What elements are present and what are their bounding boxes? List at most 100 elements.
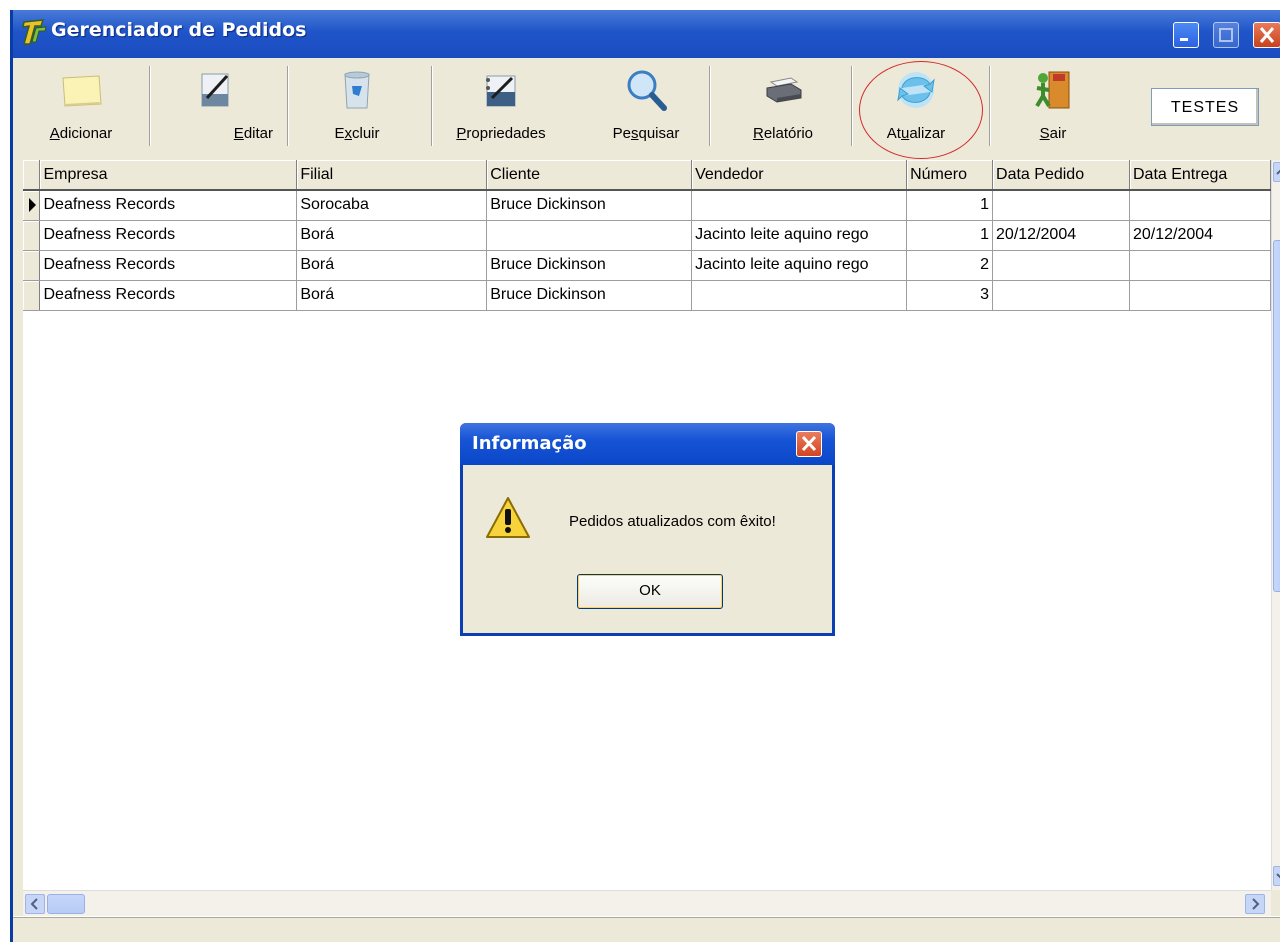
properties-button[interactable]: Propriedades [435, 62, 567, 148]
cell-empresa[interactable]: Deafness Records [39, 250, 298, 281]
report-label: Relatório [752, 125, 814, 142]
cell-data-pedido[interactable]: 20/12/2004 [992, 220, 1130, 251]
status-bar [13, 916, 1280, 942]
toolbar-separator [989, 66, 991, 146]
delete-button[interactable]: Excluir [295, 62, 419, 148]
toolbar-separator [709, 66, 711, 146]
cell-vendedor[interactable]: Jacinto leite aquino rego [691, 250, 908, 281]
exit-button[interactable]: Sair [999, 62, 1107, 148]
cell-data-entrega[interactable] [1129, 190, 1271, 221]
report-button[interactable]: Relatório [713, 62, 853, 148]
cell-filial[interactable]: Borá [296, 220, 488, 251]
cell-empresa[interactable]: Deafness Records [39, 280, 298, 311]
cell-numero[interactable]: 3 [906, 280, 994, 311]
row-indicator-header [23, 160, 41, 191]
ok-button[interactable]: OK [577, 574, 723, 609]
edit-pen-icon [201, 73, 229, 107]
cell-filial[interactable]: Sorocaba [296, 190, 488, 221]
table-row[interactable]: Deafness Records Borá Bruce Dickinson 3 [23, 280, 1271, 311]
dialog-title-bar[interactable]: Informação [460, 423, 835, 465]
cell-cliente[interactable]: Bruce Dickinson [486, 280, 693, 311]
horizontal-scroll-thumb[interactable] [47, 894, 85, 914]
search-button[interactable]: Pesquisar [591, 62, 701, 148]
cell-data-entrega[interactable]: 20/12/2004 [1129, 220, 1271, 251]
vertical-scrollbar[interactable] [1271, 160, 1280, 890]
column-header-numero[interactable]: Número [906, 160, 994, 191]
toolbar-separator [149, 66, 151, 146]
toolbar-separator [287, 66, 289, 146]
scroll-right-button[interactable] [1245, 894, 1265, 914]
cell-vendedor[interactable] [691, 190, 908, 221]
table-row[interactable]: Deafness Records Sorocaba Bruce Dickinso… [23, 190, 1271, 221]
chevron-up-icon [1276, 169, 1280, 175]
vertical-scroll-thumb[interactable] [1273, 240, 1280, 592]
add-button[interactable]: Adicionar [23, 62, 139, 148]
row-indicator[interactable] [23, 220, 41, 251]
scroll-left-button[interactable] [25, 894, 45, 914]
properties-label: Propriedades [456, 125, 546, 142]
toolbar: Adicionar Editar Excluir Propriedades Pe… [13, 58, 1280, 152]
row-indicator[interactable] [23, 250, 41, 281]
column-header-data-pedido[interactable]: Data Pedido [992, 160, 1130, 191]
column-header-data-entrega[interactable]: Data Entrega [1129, 160, 1271, 191]
edit-button[interactable]: Editar [153, 62, 277, 148]
cell-numero[interactable]: 2 [906, 250, 994, 281]
info-dialog: Informação Pedidos atualizados com êxito… [460, 423, 835, 636]
toolbar-separator [851, 66, 853, 146]
warning-icon [486, 497, 530, 538]
cell-data-entrega[interactable] [1129, 280, 1271, 311]
toolbar-separator [431, 66, 433, 146]
cell-cliente[interactable]: Bruce Dickinson [486, 250, 693, 281]
add-label: Adicionar [49, 125, 113, 142]
column-header-cliente[interactable]: Cliente [486, 160, 693, 191]
cell-numero[interactable]: 1 [906, 220, 994, 251]
cell-vendedor[interactable]: Jacinto leite aquino rego [691, 220, 908, 251]
cell-data-pedido[interactable] [992, 190, 1130, 221]
row-indicator[interactable] [23, 280, 41, 311]
exit-door-icon [1035, 71, 1070, 109]
horizontal-scrollbar[interactable] [23, 890, 1271, 917]
scroll-down-button[interactable] [1273, 866, 1280, 886]
cell-numero[interactable]: 1 [906, 190, 994, 221]
close-icon [801, 435, 817, 452]
table-row[interactable]: Deafness Records Borá Jacinto leite aqui… [23, 220, 1271, 251]
row-indicator[interactable] [23, 190, 41, 221]
maximize-icon [1219, 28, 1233, 42]
cell-filial[interactable]: Borá [296, 280, 488, 311]
orders-table: Empresa Filial Cliente Vendedor Número D… [23, 160, 1271, 311]
column-header-empresa[interactable]: Empresa [39, 160, 298, 191]
cell-data-pedido[interactable] [992, 250, 1130, 281]
title-bar[interactable]: Gerenciador de Pedidos [13, 10, 1280, 58]
window-title: Gerenciador de Pedidos [51, 19, 307, 41]
magnifier-search-icon [627, 70, 667, 111]
cell-data-pedido[interactable] [992, 280, 1130, 311]
chevron-left-icon [30, 898, 38, 910]
table-row[interactable]: Deafness Records Borá Bruce Dickinson Ja… [23, 250, 1271, 281]
cell-empresa[interactable]: Deafness Records [39, 190, 298, 221]
column-header-filial[interactable]: Filial [296, 160, 488, 191]
close-icon [1259, 27, 1275, 43]
column-header-vendedor[interactable]: Vendedor [691, 160, 908, 191]
refresh-label: Atualizar [886, 125, 946, 142]
tests-button[interactable]: TESTES [1151, 88, 1259, 126]
maximize-button[interactable] [1213, 22, 1239, 48]
exit-label: Sair [1039, 125, 1067, 142]
minimize-icon [1180, 38, 1188, 41]
chevron-down-icon [1276, 873, 1280, 879]
refresh-button[interactable]: Atualizar [861, 62, 971, 148]
cell-cliente[interactable]: Bruce Dickinson [486, 190, 693, 221]
app-logo-icon [22, 19, 47, 45]
current-row-arrow-icon [29, 198, 36, 213]
cell-filial[interactable]: Borá [296, 250, 488, 281]
cell-vendedor[interactable] [691, 280, 908, 311]
cell-empresa[interactable]: Deafness Records [39, 220, 298, 251]
dialog-close-button[interactable] [796, 431, 822, 457]
minimize-button[interactable] [1173, 22, 1199, 48]
cell-data-entrega[interactable] [1129, 250, 1271, 281]
scroll-up-button[interactable] [1273, 162, 1280, 182]
header-row: Empresa Filial Cliente Vendedor Número D… [23, 160, 1271, 191]
close-button[interactable] [1253, 22, 1280, 48]
note-add-icon [62, 75, 102, 107]
delete-label: Excluir [334, 125, 380, 142]
cell-cliente[interactable] [486, 220, 693, 251]
